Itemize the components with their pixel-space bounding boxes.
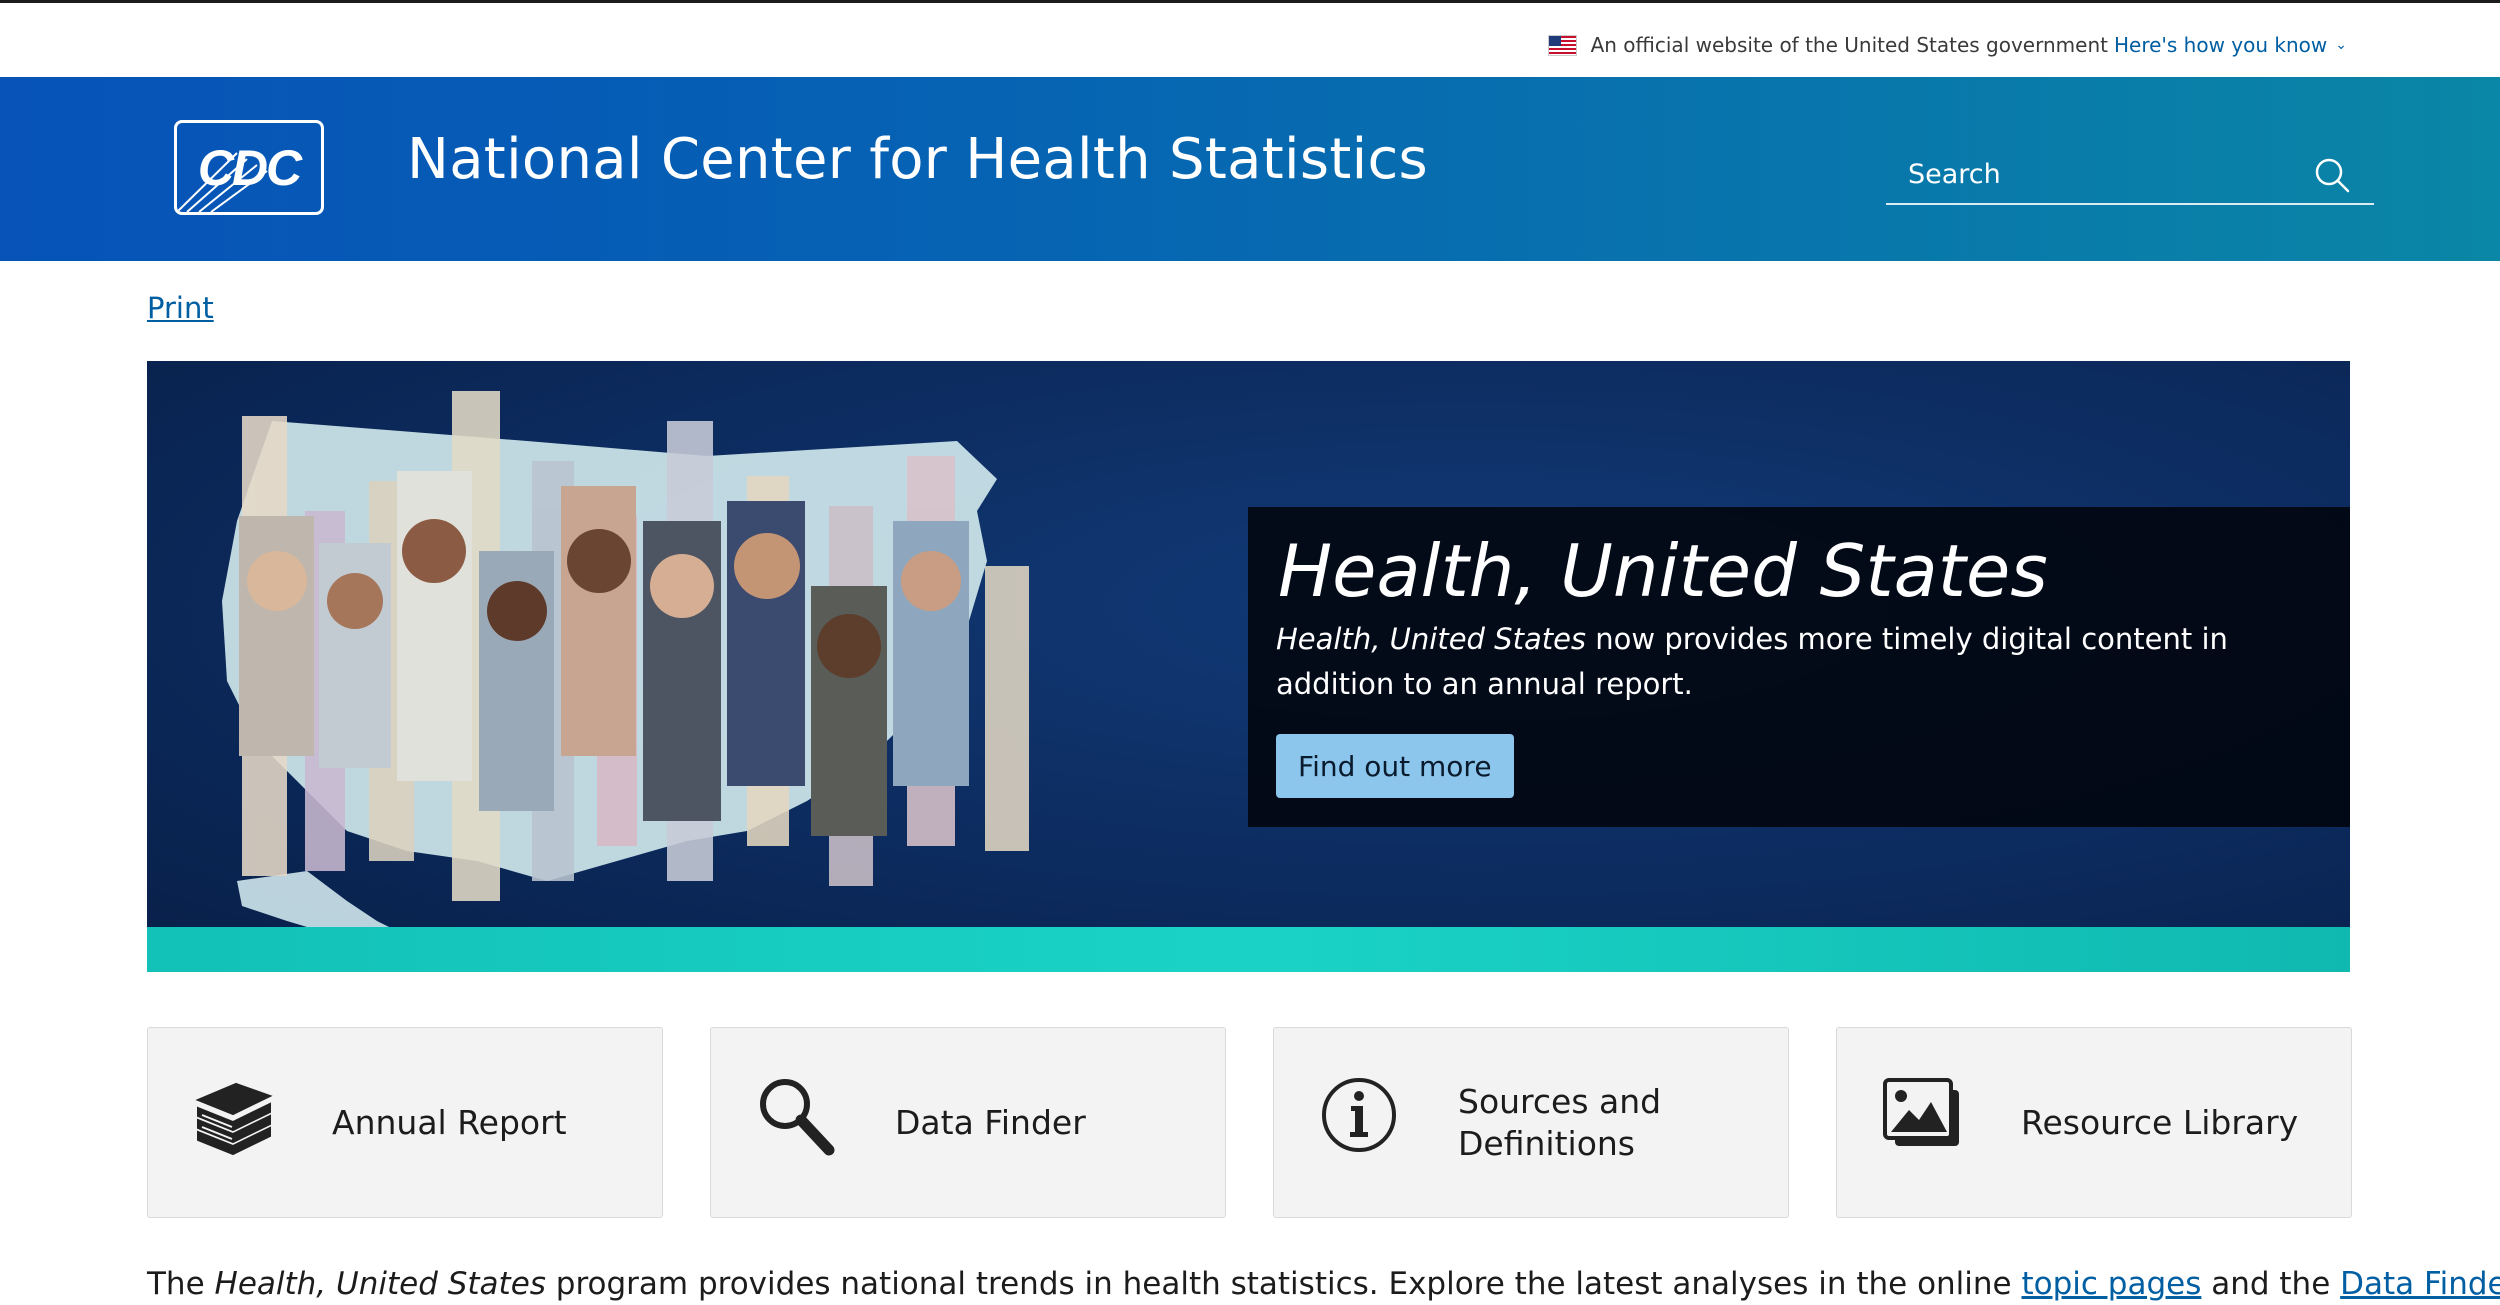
data-finder-label: Data Finder bbox=[895, 1102, 1086, 1142]
hero-description: Health, United States now provides more … bbox=[1276, 617, 2316, 707]
print-link[interactable]: Print bbox=[147, 291, 214, 325]
annual-report-card[interactable]: Annual Report bbox=[147, 1027, 663, 1218]
gov-banner-content: An official website of the United States… bbox=[1547, 33, 2347, 57]
gov-banner-text: An official website of the United States… bbox=[1590, 33, 2108, 57]
search-icon[interactable] bbox=[2312, 155, 2352, 195]
hero-text-panel: Health, United States Health, United Sta… bbox=[1248, 507, 2350, 827]
intro-paragraph: The Health, United States program provid… bbox=[147, 1266, 2500, 1302]
heres-how-you-know-link[interactable]: Here's how you know bbox=[2114, 33, 2327, 57]
sources-definitions-label: Sources and Definitions bbox=[1458, 1081, 1662, 1163]
intro-middle: program provides national trends in heal… bbox=[545, 1266, 2022, 1302]
search-input[interactable] bbox=[1886, 147, 2286, 201]
chevron-down-icon[interactable]: ⌄ bbox=[2335, 37, 2347, 53]
magnifier-icon bbox=[760, 1079, 835, 1156]
gov-banner: An official website of the United States… bbox=[0, 3, 2500, 77]
us-flag-icon bbox=[1547, 34, 1577, 56]
us-map-portraits-image bbox=[222, 391, 1029, 951]
search-box bbox=[1886, 147, 2374, 205]
sources-definitions-card[interactable]: Sources and Definitions bbox=[1273, 1027, 1789, 1218]
site-header: CDC National Center for Health Statistic… bbox=[0, 77, 2500, 261]
topic-pages-link[interactable]: topic pages bbox=[2021, 1266, 2201, 1302]
data-finder-card[interactable]: Data Finder bbox=[710, 1027, 1226, 1218]
find-out-more-button[interactable]: Find out more bbox=[1276, 734, 1514, 798]
book-stack-icon bbox=[195, 1082, 273, 1156]
site-title[interactable]: National Center for Health Statistics bbox=[407, 127, 1428, 192]
cdc-logo[interactable]: CDC bbox=[174, 120, 324, 215]
hero-title: Health, United States bbox=[1278, 529, 2048, 613]
image-gallery-icon bbox=[1883, 1078, 1959, 1146]
intro-and: and the bbox=[2201, 1266, 2341, 1302]
hero-banner: Health, United States Health, United Sta… bbox=[147, 361, 2350, 972]
resource-library-label: Resource Library bbox=[2021, 1102, 2299, 1142]
annual-report-label: Annual Report bbox=[332, 1102, 567, 1142]
data-finder-link[interactable]: Data Finder bbox=[2340, 1266, 2500, 1302]
hero-teal-strip bbox=[147, 927, 2350, 972]
intro-italic: Health, United States bbox=[214, 1266, 546, 1302]
logo-text: CDC bbox=[197, 139, 302, 196]
hero-desc-italic: Health, United States bbox=[1276, 622, 1587, 656]
quick-links: Annual Report Data Finder Sources and De… bbox=[147, 1027, 2352, 1218]
resource-library-card[interactable]: Resource Library bbox=[1836, 1027, 2352, 1218]
info-circle-icon bbox=[1322, 1078, 1396, 1152]
intro-prefix: The bbox=[147, 1266, 215, 1302]
